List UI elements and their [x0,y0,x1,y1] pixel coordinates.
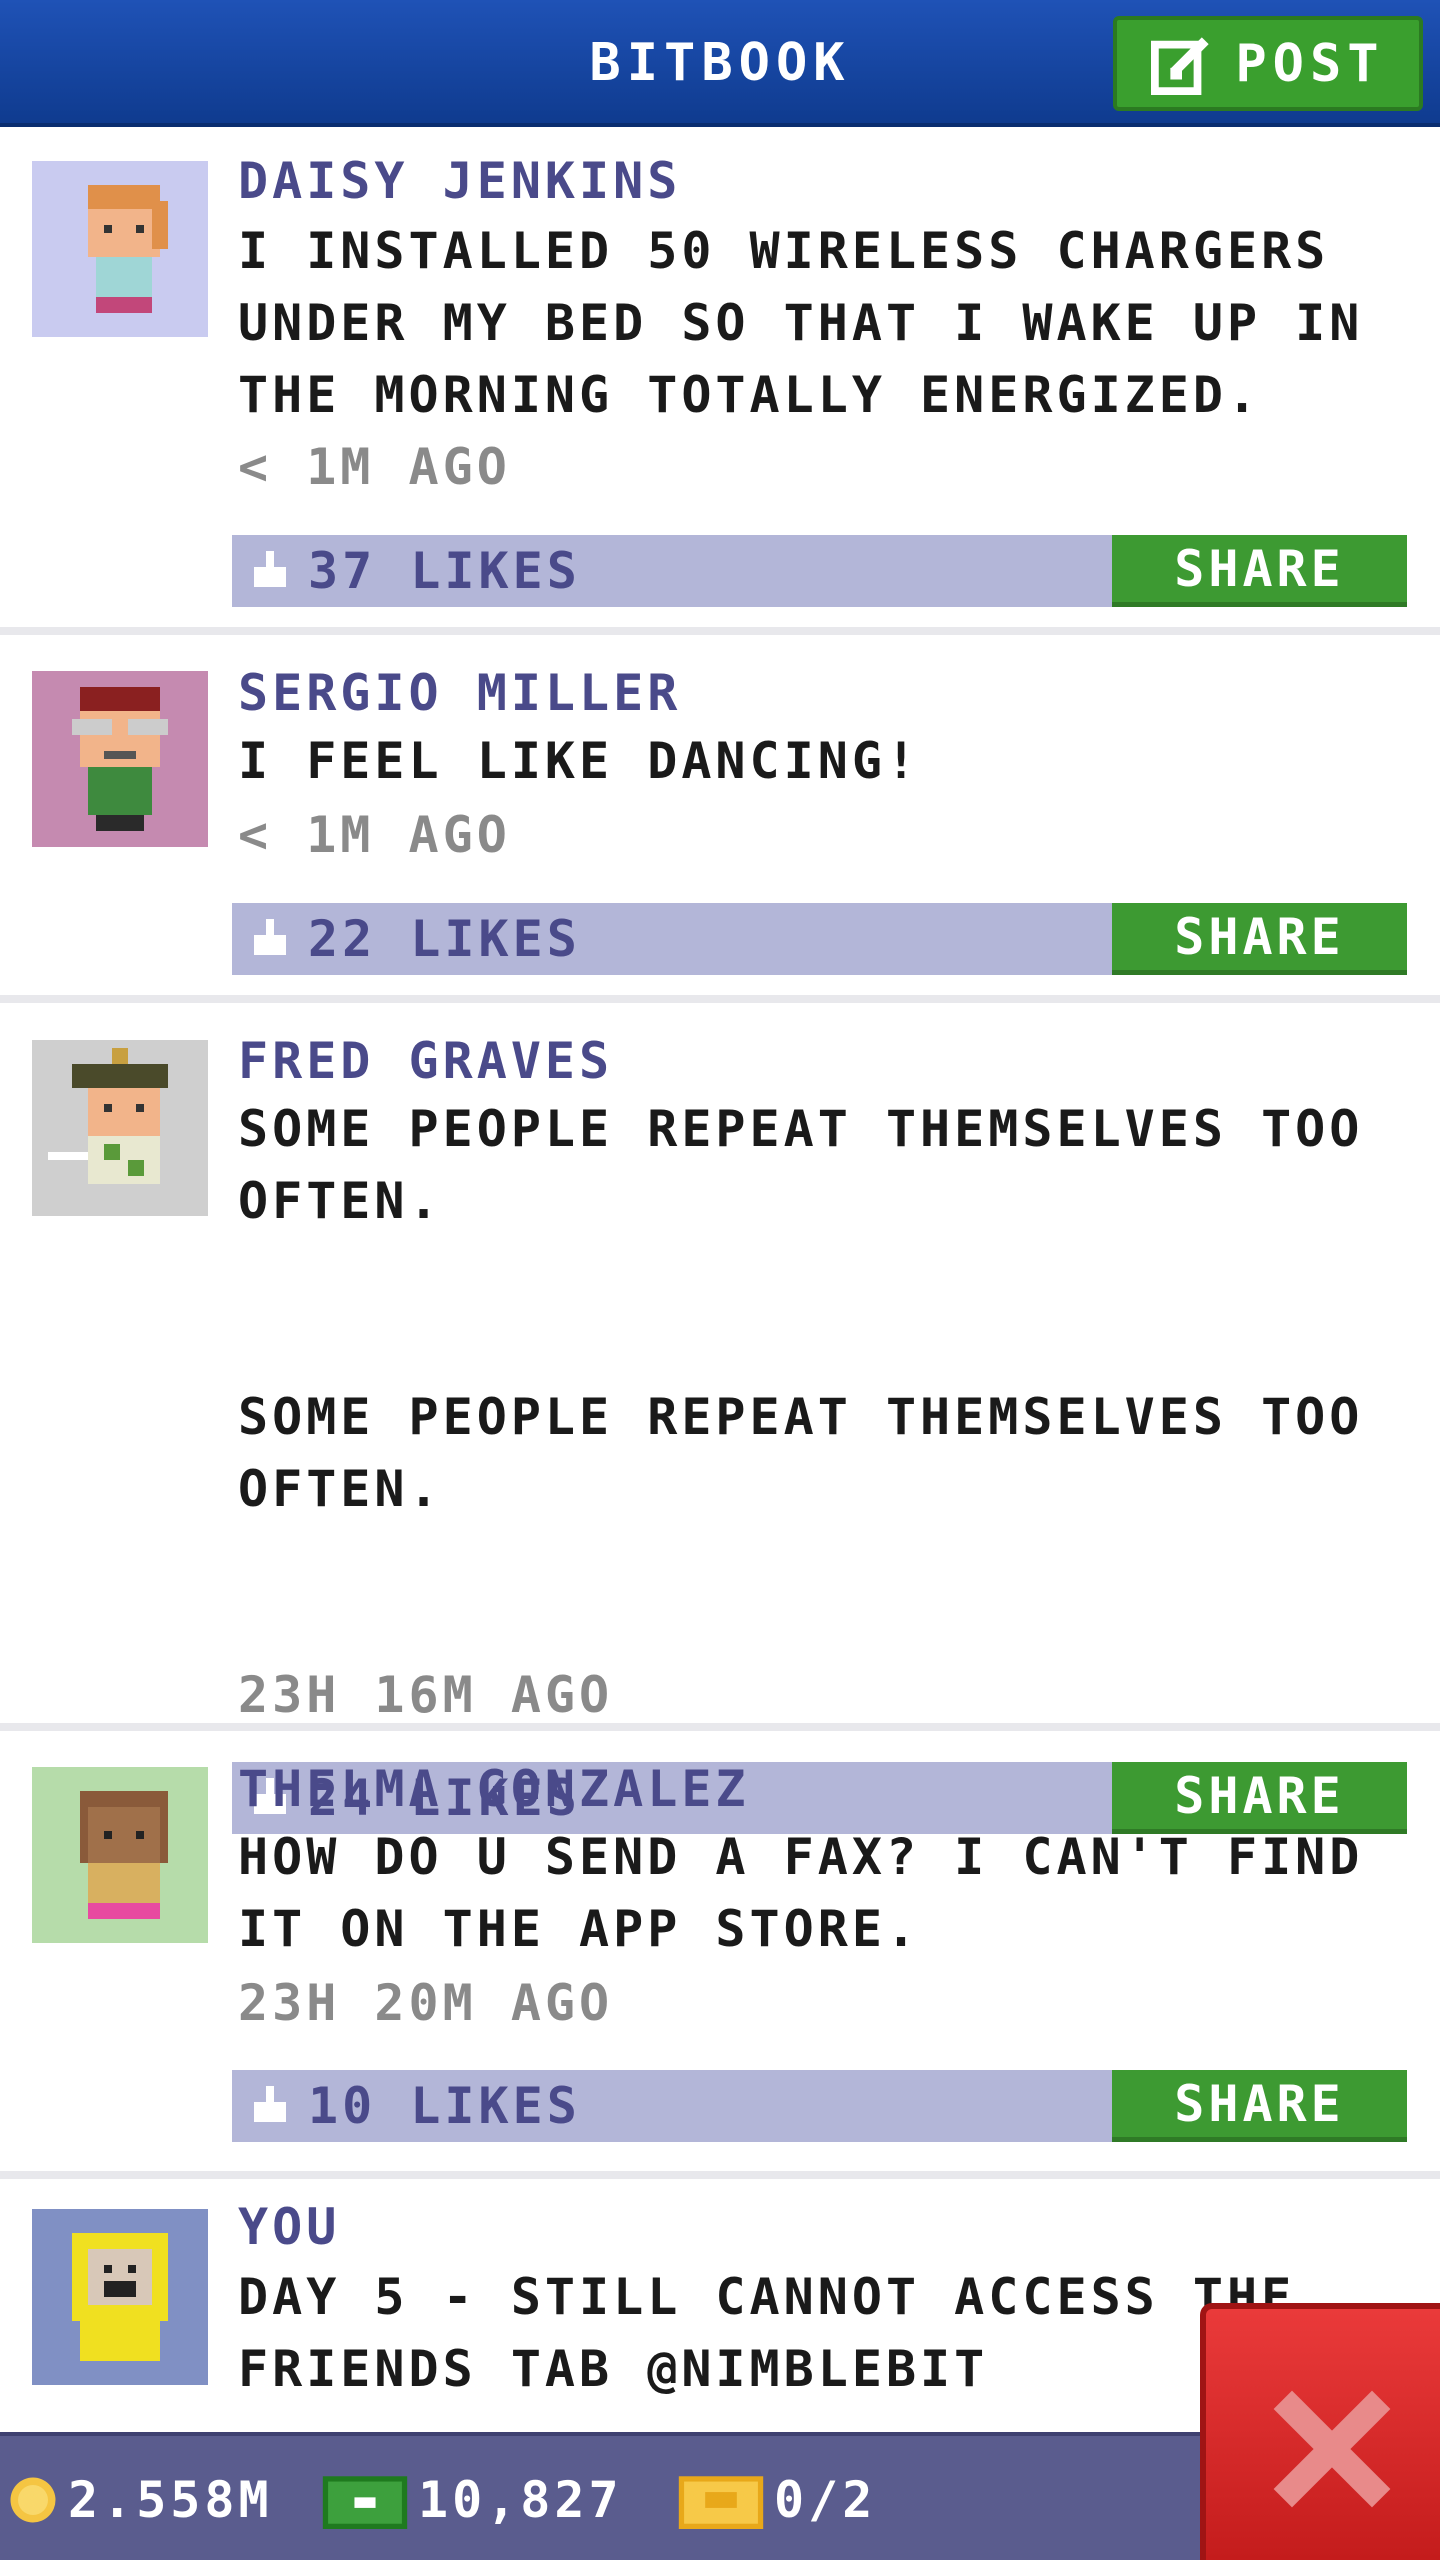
post-text: HOW DO U SEND A FAX? I CAN'T FIND IT ON … [238,1828,1364,1958]
person-avatar-icon [80,1791,168,1919]
post-time: 23H 16M AGO [238,1666,614,1724]
bux-icon [322,2476,408,2529]
like-count: 22 LIKES [308,910,581,968]
person-avatar-icon [88,185,168,313]
app-header: BITBOOK POST [0,0,1440,127]
person-avatar-icon [72,2233,168,2361]
post-edit-icon [1151,36,1210,95]
avatar[interactable] [32,671,208,847]
post-author[interactable]: DAISY JENKINS [238,151,681,211]
like-thumb-icon [254,919,286,955]
avatar[interactable] [32,1767,208,1943]
person-avatar-icon [48,1048,168,1184]
person-avatar-icon [72,687,168,831]
share-button[interactable]: SHARE [1112,535,1407,607]
coins-stat: 2.558M [8,2436,273,2560]
divider [0,627,1440,635]
divider [0,1723,1440,1731]
like-bar[interactable]: 22 LIKES SHARE [232,903,1407,975]
post-text: I INSTALLED 50 WIRELESS CHARGERS UNDER M… [238,222,1364,424]
like-bar[interactable]: 37 LIKES SHARE [232,535,1407,607]
tickets-value: 0/2 [774,2471,877,2529]
divider [0,2171,1440,2179]
tickets-stat: 0/2 [678,2436,876,2560]
like-bar[interactable]: 10 LIKES SHARE [232,2070,1407,2142]
like-thumb-icon [254,551,286,587]
close-button[interactable] [1200,2303,1440,2560]
avatar[interactable] [32,161,208,337]
post-time: < 1M AGO [238,806,511,864]
post-text: I FEEL LIKE DANCING! [238,732,921,790]
post-author[interactable]: FRED GRAVES [238,1031,613,1091]
close-x-icon [1273,2390,1391,2508]
post-author[interactable]: SERGIO MILLER [238,663,681,723]
post-button[interactable]: POST [1113,16,1423,111]
ticket-icon [678,2476,764,2529]
post-text: SOME PEOPLE REPEAT THEMSELVES TOO OFTEN.… [238,1100,1364,1518]
share-button[interactable]: SHARE [1112,2070,1407,2142]
like-thumb-icon [254,2086,286,2122]
avatar[interactable] [32,1040,208,1216]
like-count: 10 LIKES [308,2077,581,2135]
post-time: < 1M AGO [238,438,511,496]
post-author[interactable]: YOU [238,2197,340,2257]
post-time: 23H 20M AGO [238,1974,614,2032]
post-button-label: POST [1235,33,1385,94]
divider [0,995,1440,1003]
bux-stat: 10,827 [322,2436,623,2560]
coin-icon [10,2477,56,2523]
bux-value: 10,827 [418,2471,623,2529]
post-author[interactable]: THELMA GONZALEZ [238,1759,750,1819]
avatar[interactable] [32,2209,208,2385]
coins-value: 2.558M [68,2471,273,2529]
share-button[interactable]: SHARE [1112,903,1407,975]
like-count: 37 LIKES [308,542,581,600]
